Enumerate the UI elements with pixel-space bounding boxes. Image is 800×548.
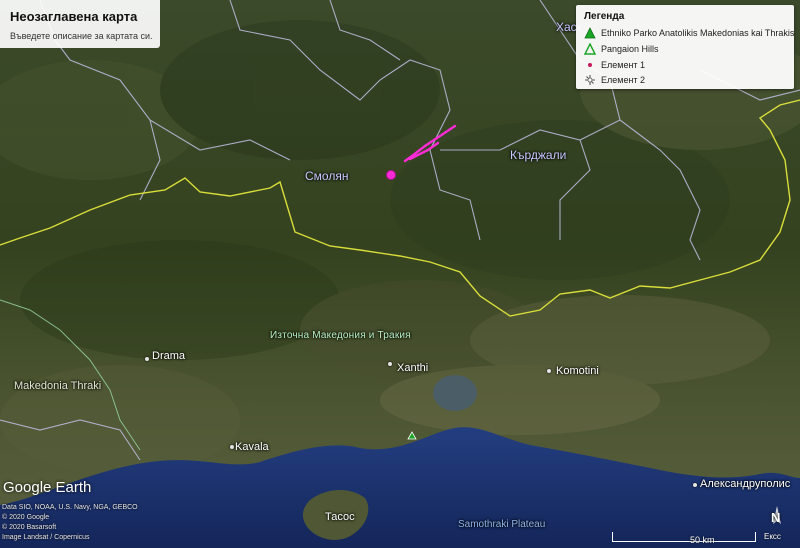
map-description: Въведете описание за картата си. — [10, 31, 153, 41]
attribution-line: © 2020 Google — [2, 514, 50, 521]
place-thasos: Тасос — [325, 511, 355, 523]
line-icon — [585, 75, 595, 85]
attribution: Data SIO, NOAA, U.S. Navy, NGA, GEBCO © … — [2, 503, 142, 543]
place-drama: Drama — [152, 350, 186, 362]
legend-item-label: Pangaion Hills — [601, 44, 659, 54]
city-dot-drama — [145, 357, 149, 361]
place-sea: Samothraki Plateau — [458, 519, 546, 530]
compass-label: Ексс — [764, 532, 781, 541]
place-region: Източна Македония и Тракия — [270, 330, 411, 341]
green-triangle-icon — [584, 27, 596, 39]
legend-panel: Легенда Ethniko Parko Anatolikis Makedon… — [576, 5, 794, 89]
map-title: Неозаглавена карта — [10, 9, 138, 24]
place-kavala: Kavala — [235, 441, 269, 453]
city-dot-kavala — [230, 445, 234, 449]
place-xanthi: Xanthi — [397, 362, 429, 374]
compass-north: N — [771, 510, 781, 525]
scale-label: 50 km — [690, 535, 715, 545]
legend-item-national-park[interactable]: Ethniko Parko Anatolikis Makedonias kai … — [584, 27, 794, 41]
legend-item-element-2[interactable]: Елемент 2 — [584, 74, 789, 88]
legend-item-pangaion[interactable]: Pangaion Hills — [584, 43, 789, 57]
google-earth-logo: Google Earth — [3, 479, 92, 496]
place-makedonia-thraki: Makedonia Thraki — [14, 380, 102, 392]
green-triangle-icon — [584, 43, 596, 55]
city-dot-alexandroupolis — [693, 483, 697, 487]
map-title-card[interactable]: Неозаглавена карта Въведете описание за … — [0, 0, 160, 48]
city-dot-komotini — [547, 369, 551, 373]
map-view[interactable]: Хаск Кърджали Смолян Източна Македония и… — [0, 0, 800, 548]
point-icon — [588, 63, 592, 67]
legend-item-label: Елемент 2 — [601, 75, 646, 85]
legend-title: Легенда — [584, 11, 625, 22]
place-komotini: Komotini — [556, 365, 599, 377]
attribution-line: © 2020 Basarsoft — [2, 524, 57, 531]
attribution-line: Data SIO, NOAA, U.S. Navy, NGA, GEBCO — [2, 504, 138, 511]
place-alexandroupolis: Александруполис — [700, 478, 791, 490]
scale-bar — [612, 532, 756, 542]
legend-item-element-1[interactable]: Елемент 1 — [584, 59, 789, 73]
legend-item-label: Елемент 1 — [601, 60, 646, 70]
place-smolyan: Смолян — [305, 169, 349, 183]
place-kardzhali: Кърджали — [510, 148, 567, 162]
attribution-line: Image Landsat / Copernicus — [2, 534, 90, 541]
legend-item-label: Ethniko Parko Anatolikis Makedonias kai … — [601, 28, 795, 38]
placemark-element-1[interactable] — [386, 170, 396, 180]
city-dot-xanthi — [388, 362, 392, 366]
